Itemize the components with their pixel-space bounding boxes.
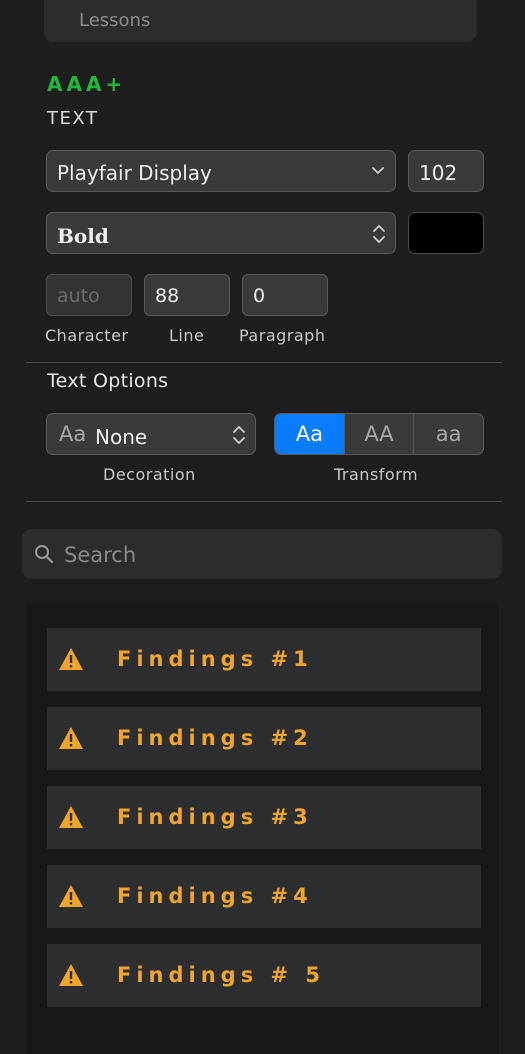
finding-label: Findings #3 (117, 805, 313, 829)
font-weight-select[interactable]: Bold (46, 212, 396, 254)
character-spacing-value: auto (57, 285, 100, 307)
warning-icon (59, 648, 83, 670)
lessons-item[interactable]: Lessons (44, 0, 477, 42)
transform-label: Transform (334, 465, 419, 484)
finding-item[interactable]: Findings #1 (47, 628, 481, 691)
font-weight-value: Bold (57, 224, 109, 248)
divider (26, 501, 502, 502)
decoration-select[interactable]: Aa None (46, 413, 256, 455)
text-section-heading: TEXT (47, 108, 99, 129)
font-size-input[interactable]: 102 (408, 150, 484, 192)
warning-icon (59, 964, 83, 986)
search-icon (35, 545, 53, 563)
findings-list: Findings #1 Findings #2 Findings #3 Find… (26, 603, 499, 1054)
text-color-swatch[interactable] (408, 212, 484, 254)
finding-item[interactable]: Findings #4 (47, 865, 481, 928)
warning-icon (59, 806, 83, 828)
line-spacing-input[interactable]: 88 (144, 274, 230, 316)
divider (26, 362, 502, 363)
line-label: Line (169, 326, 205, 345)
finding-item[interactable]: Findings #3 (47, 786, 481, 849)
up-down-chevron-icon (233, 426, 245, 444)
line-spacing-value: 88 (155, 285, 180, 307)
decoration-label: Decoration (103, 465, 196, 484)
decoration-aa-icon: Aa (59, 422, 87, 446)
paragraph-spacing-input[interactable]: 0 (242, 274, 328, 316)
warning-icon (59, 727, 83, 749)
finding-item[interactable]: Findings # 5 (47, 944, 481, 1007)
up-down-chevron-icon (373, 225, 385, 243)
transform-capitalize-button[interactable]: Aa (275, 414, 344, 454)
transform-lowercase-button[interactable]: aa (413, 414, 483, 454)
font-size-value: 102 (419, 161, 458, 185)
font-family-value: Playfair Display (57, 161, 212, 185)
character-label: Character (45, 326, 129, 345)
finding-label: Findings #1 (117, 647, 313, 671)
finding-label: Findings #4 (117, 884, 313, 908)
finding-label: Findings #2 (117, 726, 313, 750)
chevron-down-icon (372, 167, 384, 174)
transform-uppercase-button[interactable]: AA (343, 414, 414, 454)
transform-segmented-control: Aa AA aa (274, 413, 484, 455)
decoration-value: None (95, 425, 148, 449)
character-spacing-input[interactable]: auto (46, 274, 132, 316)
finding-label: Findings # 5 (117, 963, 326, 987)
search-input[interactable] (62, 539, 486, 571)
text-options-heading: Text Options (47, 370, 169, 392)
search-bar (22, 529, 502, 579)
contrast-rating: AAA+ (47, 72, 127, 96)
finding-item[interactable]: Findings #2 (47, 707, 481, 770)
warning-icon (59, 885, 83, 907)
font-family-select[interactable]: Playfair Display (46, 150, 396, 192)
paragraph-label: Paragraph (239, 326, 326, 345)
lessons-label: Lessons (79, 10, 151, 31)
paragraph-spacing-value: 0 (253, 285, 266, 307)
